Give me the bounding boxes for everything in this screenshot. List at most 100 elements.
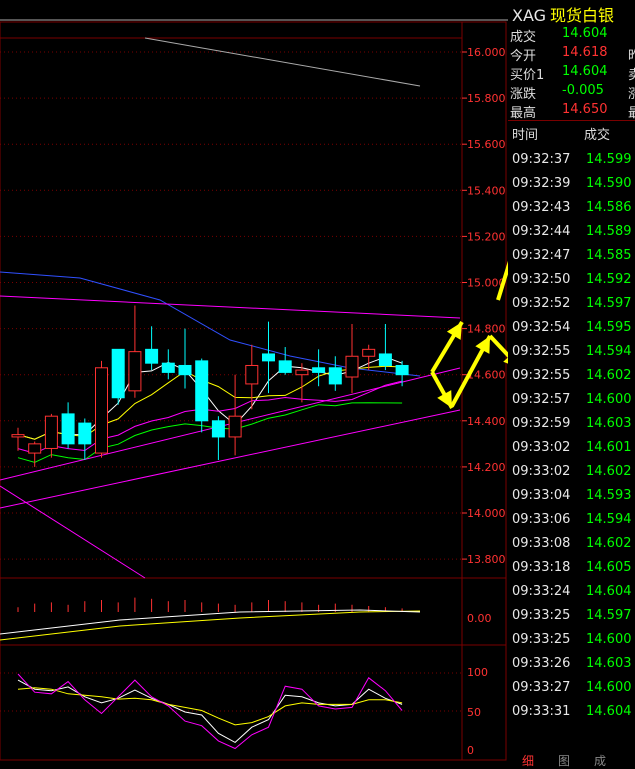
- quote-value: 14.604: [562, 64, 608, 79]
- quote-value: -0.005: [562, 83, 604, 98]
- tick-row: 09:33:02 14.601: [512, 440, 632, 455]
- candle-body: [195, 360, 209, 422]
- candle-body: [262, 353, 275, 362]
- footer-tab[interactable]: 细: [522, 752, 534, 769]
- tick-price: 14.604: [586, 584, 632, 599]
- quote-divider: [508, 120, 635, 121]
- instrument-name: 现货白银: [550, 6, 615, 25]
- kdj-tick-label: 50: [467, 706, 481, 719]
- tick-row: 09:33:27 14.600: [512, 680, 632, 695]
- price-tick-label: 14.000: [467, 507, 506, 520]
- candle-body: [78, 422, 92, 445]
- tick-time: 09:33:26: [512, 656, 571, 671]
- tick-time: 09:33:31: [512, 704, 571, 719]
- tick-row: 09:33:31 14.604: [512, 704, 632, 719]
- tick-price: 14.593: [586, 488, 632, 503]
- tick-price: 14.594: [586, 512, 632, 527]
- tick-price: 14.602: [586, 368, 632, 383]
- instrument-header: XAG 现货白银: [512, 2, 614, 26]
- candle-body: [178, 364, 192, 376]
- candle-body: [228, 415, 242, 438]
- tick-price: 14.590: [586, 176, 632, 191]
- kline-chart[interactable]: 16.000 15.800 15.600 15.400 15.200 15.000 14.8…: [0, 0, 508, 762]
- price-tick-label: 14.800: [467, 323, 506, 336]
- quote-value: 14.618: [562, 45, 608, 60]
- footer-tab[interactable]: 成: [594, 752, 606, 769]
- tick-row: 09:32:37 14.599: [512, 152, 632, 167]
- chart-frame: [0, 21, 507, 761]
- ma-line-yellow: [17, 365, 403, 440]
- price-tick-label: 15.400: [467, 184, 506, 197]
- tick-price: 14.600: [586, 632, 632, 647]
- tick-price: 14.585: [586, 248, 632, 263]
- candle-body: [395, 364, 409, 376]
- price-tick-label: 13.800: [467, 553, 506, 566]
- descending-line: [0, 485, 146, 579]
- tick-time: 09:32:55: [512, 368, 571, 383]
- tick-row: 09:32:59 14.603: [512, 416, 632, 431]
- tick-time: 09:32:55: [512, 344, 571, 359]
- candle-body: [111, 348, 125, 399]
- tick-time: 09:33:02: [512, 464, 571, 479]
- price-tick-label: 14.200: [467, 461, 506, 474]
- tick-row: 09:32:55 14.594: [512, 344, 632, 359]
- tick-time: 09:33:27: [512, 680, 571, 695]
- tick-time: 09:33:25: [512, 632, 571, 647]
- tick-time: 09:32:59: [512, 416, 571, 431]
- quote-label: 买价1: [510, 68, 545, 83]
- quote-panel: XAG 现货白银 成交 14.604 今开 14.618 昨买价1 14.604 卖涨跌 -0.…: [508, 0, 635, 768]
- price-tick-label: 16.000: [467, 46, 506, 59]
- tick-price: 14.595: [586, 320, 632, 335]
- tick-price: 14.605: [586, 560, 632, 575]
- candle-body: [44, 415, 58, 449]
- tick-price: 14.594: [586, 344, 632, 359]
- kdj-line-d: [17, 687, 403, 726]
- footer-tab[interactable]: 图: [558, 752, 570, 769]
- tick-time: 09:32:44: [512, 224, 571, 239]
- candle-body: [161, 362, 175, 373]
- tick-row: 09:32:43 14.586: [512, 200, 632, 215]
- tick-row: 09:33:02 14.602: [512, 464, 632, 479]
- candle-body: [61, 413, 75, 445]
- tick-row: 09:32:47 14.585: [512, 248, 632, 263]
- tick-price: 14.604: [586, 704, 632, 719]
- tick-row: 09:33:06 14.594: [512, 512, 632, 527]
- quote-row: 今开 14.618 昨: [510, 45, 635, 64]
- macd-tick-label: 0.00: [467, 612, 492, 625]
- candle-body: [328, 367, 342, 385]
- tick-time: 09:32:54: [512, 320, 571, 335]
- tick-time: 09:33:08: [512, 536, 571, 551]
- macd-line-dif: [0, 609, 421, 635]
- tick-row: 09:32:54 14.595: [512, 320, 632, 335]
- tick-price: 14.601: [586, 440, 632, 455]
- tick-price: 14.603: [586, 656, 632, 671]
- tick-price: 14.600: [586, 392, 632, 407]
- tick-time: 09:32:57: [512, 392, 571, 407]
- price-tick-label: 15.200: [467, 230, 506, 243]
- tick-time: 09:32:39: [512, 176, 571, 191]
- tick-row: 09:33:18 14.605: [512, 560, 632, 575]
- price-tick-label: 15.600: [467, 138, 506, 151]
- tick-row: 09:32:55 14.602: [512, 368, 632, 383]
- ticks-header-time: 时间: [512, 128, 539, 143]
- quote-row: 涨跌 -0.005 涨: [510, 83, 635, 102]
- tick-row: 09:32:39 14.590: [512, 176, 632, 191]
- candle-body: [211, 420, 225, 438]
- tick-time: 09:33:25: [512, 608, 571, 623]
- kdj-tick-label: 100: [467, 666, 488, 679]
- tick-price: 14.586: [586, 200, 632, 215]
- tick-row: 09:32:44 14.589: [512, 224, 632, 239]
- tick-price: 14.592: [586, 272, 632, 287]
- tick-row: 09:32:50 14.592: [512, 272, 632, 287]
- tick-time: 09:32:47: [512, 248, 571, 263]
- quote-extra-label: 卖: [628, 68, 635, 83]
- candle-body: [128, 351, 142, 392]
- quote-value: 14.650: [562, 102, 608, 117]
- price-tick-label: 15.800: [467, 92, 506, 105]
- tick-time: 09:32:37: [512, 152, 571, 167]
- long-ma-line: [144, 37, 421, 87]
- candle-body: [11, 434, 25, 438]
- tick-price: 14.603: [586, 416, 632, 431]
- tick-price: 14.589: [586, 224, 632, 239]
- kdj-tick-label: 0: [467, 744, 474, 757]
